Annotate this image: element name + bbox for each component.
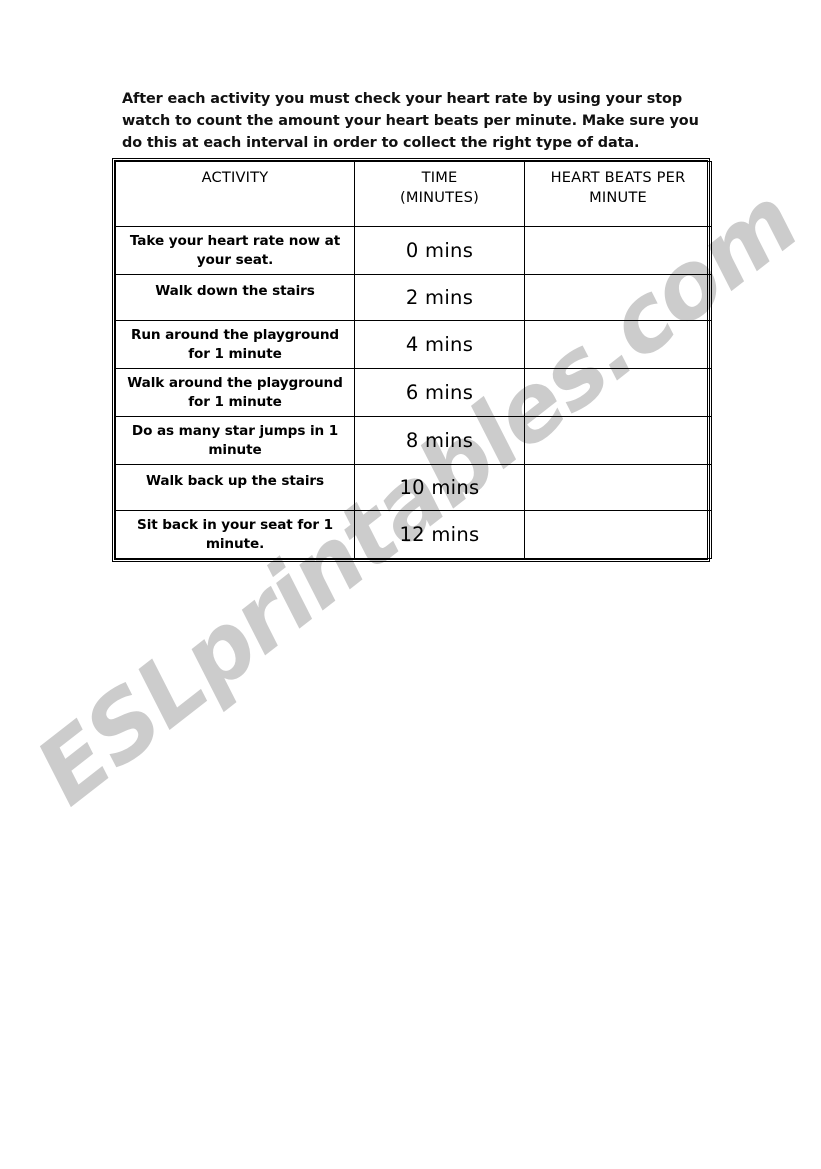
time-cell: 8 mins [354,416,525,465]
table-row: Run around the playground for 1 minute 4… [115,320,712,369]
worksheet-page: After each activity you must check your … [0,0,821,1169]
activity-cell: Walk around the playground for 1 minute [115,368,355,417]
time-cell: 12 mins [354,510,525,559]
activity-cell: Run around the playground for 1 minute [115,320,355,369]
bpm-answer-cell[interactable] [524,416,712,465]
bpm-answer-cell[interactable] [524,368,712,417]
header-cell-bpm: HEART BEATS PER MINUTE [524,161,712,227]
activity-text-line1: Run around the playground [130,326,340,343]
activity-text-line2: your seat. [196,251,274,268]
time-cell: 6 mins [354,368,525,417]
header-label-time-line1: TIME [421,169,458,186]
bpm-value [525,250,711,251]
bpm-value [525,487,711,488]
intro-paragraph: After each activity you must check your … [122,91,699,152]
table-body: Take your heart rate now at your seat. 0… [115,226,712,559]
activity-text-line2: minute. [205,535,265,552]
bpm-answer-cell[interactable] [524,226,712,275]
activity-text-line1: Take your heart rate now at [129,232,341,249]
activity-text-line1: Walk down the stairs [155,283,315,299]
table-header-row: ACTIVITY TIME (MINUTES) HEART BEATS PER … [115,161,712,227]
heart-rate-table-container: ACTIVITY TIME (MINUTES) HEART BEATS PER … [112,158,712,562]
bpm-answer-cell[interactable] [524,464,712,511]
table-row: Walk around the playground for 1 minute … [115,368,712,417]
activity-text-line1: Walk around the playground [127,374,343,391]
time-cell: 10 mins [354,464,525,511]
bpm-value [525,344,711,345]
time-value: 8 mins [405,428,474,452]
header-label-activity: ACTIVITY [201,169,269,186]
header-label-bpm-line2: MINUTE [589,189,647,206]
activity-cell: Take your heart rate now at your seat. [115,226,355,275]
table-row: Walk back up the stairs 10 mins [115,464,712,511]
heart-rate-table: ACTIVITY TIME (MINUTES) HEART BEATS PER … [115,161,712,559]
time-cell: 4 mins [354,320,525,369]
time-value: 2 mins [405,285,474,309]
bpm-value [525,534,711,535]
activity-text-line1: Walk back up the stairs [145,473,325,489]
time-value: 10 mins [399,475,480,499]
bpm-answer-cell[interactable] [524,510,712,559]
time-value: 12 mins [399,522,480,546]
bpm-value [525,440,711,441]
table-row: Walk down the stairs 2 mins [115,274,712,321]
activity-text-line1: Do as many star jumps in 1 [131,422,339,439]
activity-text-line1: Sit back in your seat for 1 [137,516,333,533]
header-cell-activity: ACTIVITY [115,161,355,227]
activity-text-line2: for 1 minute [188,393,282,410]
activity-cell: Sit back in your seat for 1 minute. [115,510,355,559]
header-cell-time: TIME (MINUTES) [354,161,525,227]
time-cell: 2 mins [354,274,525,321]
bpm-answer-cell[interactable] [524,274,712,321]
table-row: Do as many star jumps in 1 minute 8 mins [115,416,712,465]
bpm-value [525,392,711,393]
time-value: 4 mins [405,332,474,356]
activity-text-line2: for 1 minute [188,345,282,362]
bpm-answer-cell[interactable] [524,320,712,369]
table-row: Take your heart rate now at your seat. 0… [115,226,712,275]
time-value: 6 mins [405,380,474,404]
table-row: Sit back in your seat for 1 minute. 12 m… [115,510,712,559]
activity-text-line2: minute [208,441,262,458]
bpm-value [525,297,711,298]
activity-cell: Walk down the stairs [115,274,355,321]
time-value: 0 mins [405,238,474,262]
time-cell: 0 mins [354,226,525,275]
activity-cell: Do as many star jumps in 1 minute [115,416,355,465]
header-label-time-line2: (MINUTES) [399,189,480,206]
table-header: ACTIVITY TIME (MINUTES) HEART BEATS PER … [115,161,712,227]
activity-cell: Walk back up the stairs [115,464,355,511]
header-label-bpm-line1: HEART BEATS PER [550,169,686,186]
